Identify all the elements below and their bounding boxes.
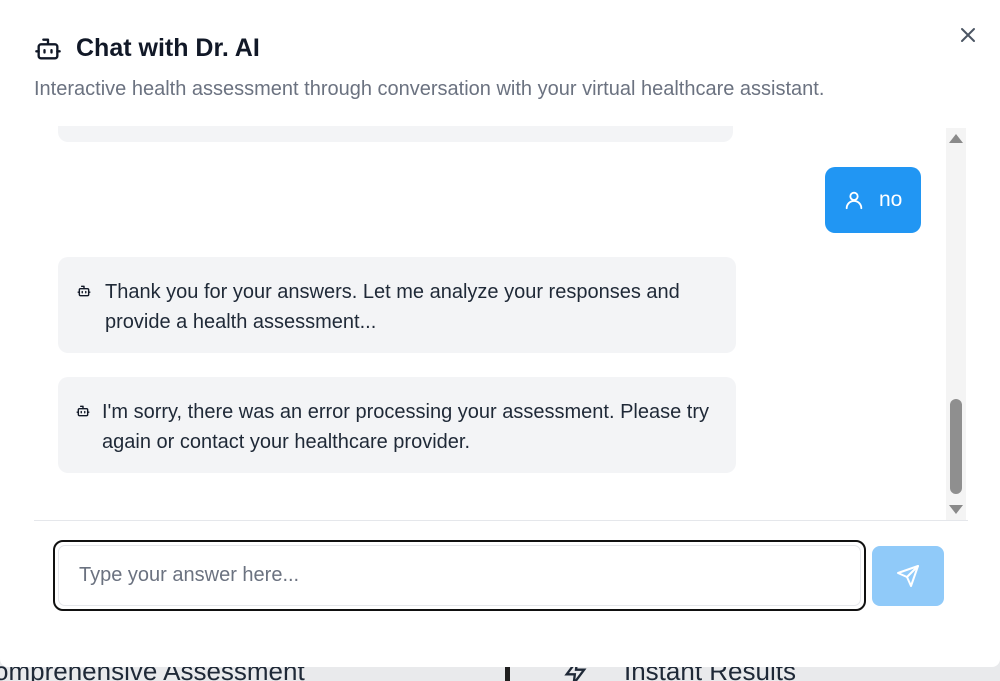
divider	[34, 520, 968, 521]
scrollbar-thumb[interactable]	[950, 399, 962, 494]
dialog-header: Chat with Dr. AI	[34, 34, 260, 63]
close-icon[interactable]	[956, 23, 980, 47]
answer-input-container	[53, 540, 866, 611]
assistant-message: Thank you for your answers. Let me analy…	[58, 257, 736, 353]
answer-input[interactable]	[58, 545, 861, 606]
bot-icon	[76, 405, 90, 417]
scroll-down-arrow-icon[interactable]	[949, 505, 963, 514]
chat-dialog: Chat with Dr. AI Interactive health asse…	[0, 0, 1000, 667]
bot-icon	[77, 285, 91, 297]
dialog-subtitle: Interactive health assessment through co…	[34, 78, 825, 100]
chat-messages[interactable]: no Thank you for your answers. Let me an…	[34, 126, 968, 520]
scroll-up-arrow-icon[interactable]	[949, 134, 963, 143]
message-text: no	[879, 188, 903, 211]
user-message: no	[825, 167, 921, 233]
assistant-message-partial	[58, 126, 733, 142]
message-text: I'm sorry, there was an error processing…	[102, 401, 710, 453]
bot-icon	[35, 38, 61, 59]
send-button[interactable]	[872, 546, 944, 606]
chat-scrollbar[interactable]	[946, 128, 966, 520]
send-icon	[897, 565, 919, 587]
assistant-message: I'm sorry, there was an error processing…	[58, 377, 736, 473]
user-icon	[845, 191, 863, 210]
message-text: Thank you for your answers. Let me analy…	[105, 281, 680, 333]
dialog-title: Chat with Dr. AI	[76, 34, 260, 62]
